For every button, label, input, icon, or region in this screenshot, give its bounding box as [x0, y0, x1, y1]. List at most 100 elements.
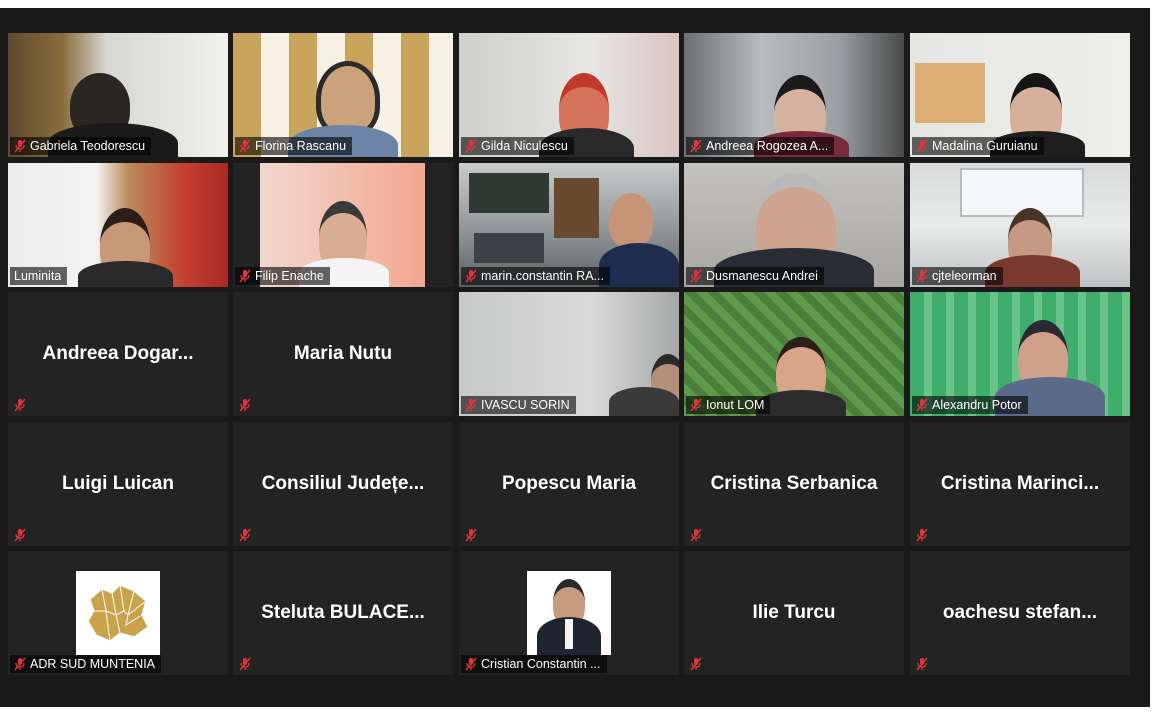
participant-name: Dusmanescu Andrei [706, 269, 818, 283]
microphone-muted-icon [465, 398, 477, 412]
participant-name-bar [912, 655, 934, 673]
participant-tile[interactable]: Cristina Marinci... [910, 422, 1130, 546]
participant-name-bar: Alexandru Potor [912, 396, 1028, 414]
participant-name-bar: Florina Rascanu [235, 137, 353, 155]
participant-name: Madalina Guruianu [932, 139, 1038, 153]
microphone-muted-icon [14, 657, 26, 671]
participant-name-bar [235, 526, 257, 544]
participant-name-bar: Ionut LOM [686, 396, 771, 414]
microphone-muted-icon [465, 657, 477, 671]
microphone-muted-icon [239, 269, 251, 283]
participant-tile[interactable]: Ionut LOM [684, 292, 904, 416]
microphone-muted-icon [14, 528, 26, 542]
participant-tile[interactable]: Consiliul Județe... [233, 422, 453, 546]
participant-name: Gabriela Teodorescu [30, 139, 146, 153]
participant-name: ADR SUD MUNTENIA [30, 657, 156, 671]
participant-name-bar [912, 526, 934, 544]
participant-tile[interactable]: Gabriela Teodorescu [8, 33, 228, 157]
participant-tile[interactable]: Cristian Constantin ... [459, 551, 679, 675]
participant-name: IVASCU SORIN [481, 398, 570, 412]
participant-tile[interactable]: Popescu Maria [459, 422, 679, 546]
participant-name: Luminita [14, 269, 62, 283]
participant-display-name: Ilie Turcu [752, 602, 836, 623]
participant-name-bar: ADR SUD MUNTENIA [10, 655, 162, 673]
participant-tile[interactable]: Steluta BULACE... [233, 551, 453, 675]
microphone-muted-icon [690, 398, 702, 412]
participant-tile[interactable]: Maria Nutu [233, 292, 453, 416]
participant-tile[interactable]: Madalina Guruianu [910, 33, 1130, 157]
participant-display-name: Cristina Serbanica [710, 473, 878, 494]
participant-tile[interactable]: oachesu stefan... [910, 551, 1130, 675]
participant-tile[interactable]: Andreea Rogozea A... [684, 33, 904, 157]
participant-name-bar: Luminita [10, 267, 68, 285]
microphone-muted-icon [916, 398, 928, 412]
microphone-muted-icon [690, 139, 702, 153]
microphone-muted-icon [690, 657, 702, 671]
participant-name: Filip Enache [255, 269, 324, 283]
organization-logo [76, 571, 160, 655]
participant-name-bar: Cristian Constantin ... [461, 655, 607, 673]
participant-tile-active-speaker[interactable]: Luminita [8, 163, 228, 287]
participant-tile[interactable]: Alexandru Potor [910, 292, 1130, 416]
microphone-muted-icon [465, 139, 477, 153]
microphone-muted-icon [14, 139, 26, 153]
participant-name: Florina Rascanu [255, 139, 347, 153]
participant-name-bar: marin.constantin RA... [461, 267, 610, 285]
participant-display-name: Luigi Luican [62, 473, 174, 494]
participant-tile[interactable]: marin.constantin RA... [459, 163, 679, 287]
participant-tile[interactable]: Ilie Turcu [684, 551, 904, 675]
gallery-view: Gabriela Teodorescu Florina Rascanu Gild… [0, 8, 1150, 707]
microphone-muted-icon [14, 398, 26, 412]
participant-tile[interactable]: Florina Rascanu [233, 33, 453, 157]
participant-name-bar: Madalina Guruianu [912, 137, 1044, 155]
participant-name-bar [235, 655, 257, 673]
participant-name: Alexandru Potor [932, 398, 1022, 412]
participant-name: marin.constantin RA... [481, 269, 604, 283]
microphone-muted-icon [465, 528, 477, 542]
profile-photo [527, 571, 611, 655]
participant-name-bar [686, 655, 708, 673]
participant-tile[interactable]: IVASCU SORIN [459, 292, 679, 416]
microphone-muted-icon [916, 528, 928, 542]
microphone-muted-icon [916, 269, 928, 283]
participant-display-name: oachesu stefan... [942, 602, 1098, 623]
microphone-muted-icon [690, 269, 702, 283]
microphone-muted-icon [465, 269, 477, 283]
participant-tile[interactable]: Gilda Niculescu [459, 33, 679, 157]
participant-tile[interactable]: Cristina Serbanica [684, 422, 904, 546]
participant-name-bar: IVASCU SORIN [461, 396, 576, 414]
microphone-muted-icon [239, 398, 251, 412]
participant-display-name: Andreea Dogar... [42, 343, 194, 364]
participant-name-bar: Gabriela Teodorescu [10, 137, 152, 155]
microphone-muted-icon [239, 657, 251, 671]
participant-display-name: Popescu Maria [501, 473, 637, 494]
participant-name-bar: Gilda Niculescu [461, 137, 574, 155]
participant-display-name: Maria Nutu [293, 343, 393, 364]
microphone-muted-icon [690, 528, 702, 542]
participant-name: Gilda Niculescu [481, 139, 568, 153]
microphone-muted-icon [916, 657, 928, 671]
participant-tile[interactable]: Andreea Dogar... [8, 292, 228, 416]
participant-name: cjteleorman [932, 269, 997, 283]
participant-name-bar: Andreea Rogozea A... [686, 137, 835, 155]
participant-name-bar [461, 526, 483, 544]
participant-name: Andreea Rogozea A... [706, 139, 829, 153]
participant-tile[interactable]: Dusmanescu Andrei [684, 163, 904, 287]
participant-name-bar: Dusmanescu Andrei [686, 267, 824, 285]
microphone-muted-icon [239, 528, 251, 542]
participant-name-bar [10, 396, 32, 414]
participant-display-name: Steluta BULACE... [261, 602, 425, 623]
participant-display-name: Consiliul Județe... [261, 473, 425, 494]
participant-tile[interactable]: Filip Enache [233, 163, 453, 287]
region-map-icon [87, 584, 149, 642]
participant-display-name: Cristina Marinci... [940, 473, 1100, 494]
participant-name: Cristian Constantin ... [481, 657, 601, 671]
participant-name-bar: Filip Enache [235, 267, 330, 285]
participant-tile[interactable]: cjteleorman [910, 163, 1130, 287]
participant-name-bar [686, 526, 708, 544]
participant-tile[interactable]: Luigi Luican [8, 422, 228, 546]
microphone-muted-icon [239, 139, 251, 153]
participant-name-bar [235, 396, 257, 414]
participant-name: Ionut LOM [706, 398, 765, 412]
participant-tile[interactable]: ADR SUD MUNTENIA [8, 551, 228, 675]
